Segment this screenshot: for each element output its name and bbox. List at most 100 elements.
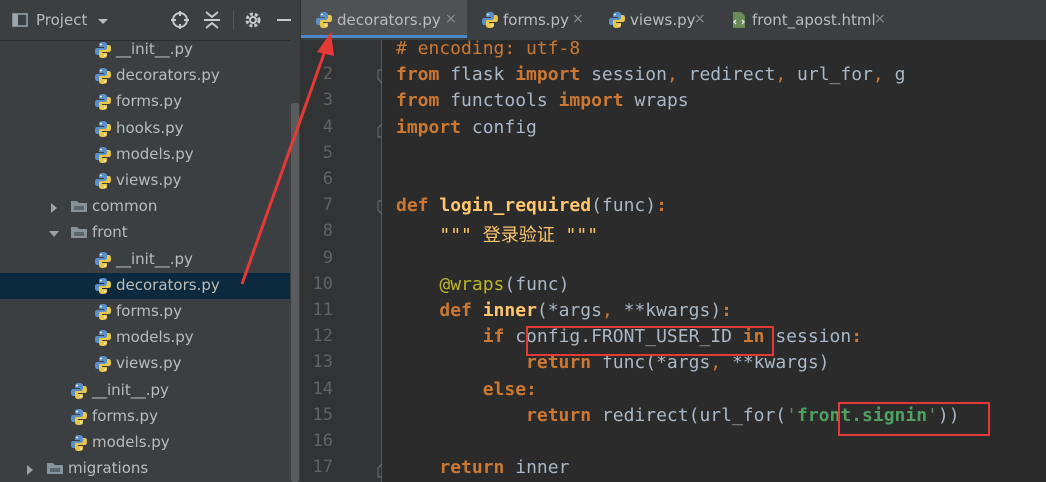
close-icon[interactable]: × — [874, 11, 886, 27]
python-file-icon — [94, 303, 112, 325]
folder-icon — [46, 460, 64, 480]
tree-item-label: models.py — [116, 328, 194, 347]
code-token: def — [396, 195, 440, 217]
code-line: return inner — [396, 457, 569, 482]
tree-item-label: common — [92, 197, 158, 216]
expand-right-icon[interactable] — [48, 200, 60, 218]
line-number: 11 — [312, 300, 333, 320]
header-divider — [233, 10, 234, 30]
code-token: flask — [439, 64, 516, 86]
code-token: from — [396, 90, 440, 112]
code-line: from functools import wraps — [396, 90, 689, 116]
tab-front_apost-html[interactable]: front_apost.html × — [716, 0, 896, 38]
tree-item-label: models.py — [116, 144, 194, 163]
code-line: # encoding: utf-8 — [396, 40, 580, 64]
close-icon[interactable]: × — [572, 11, 584, 27]
tree-file-models-py[interactable]: models.py — [0, 325, 290, 351]
chevron-down-icon[interactable] — [97, 12, 109, 31]
python-file-icon — [94, 355, 112, 377]
line-number: 1 — [322, 38, 333, 58]
python-file-icon — [94, 146, 112, 168]
line-number: 4 — [322, 116, 333, 137]
close-icon[interactable]: × — [445, 11, 457, 27]
project-panel-title[interactable]: Project — [36, 11, 87, 29]
crosshair-icon[interactable] — [170, 10, 190, 34]
tree-file-__init__-py[interactable]: __init__.py — [0, 378, 290, 404]
tree-item-label: __init__.py — [92, 380, 169, 399]
code-token: # encoding: utf-8 — [396, 40, 581, 59]
tab-forms-py[interactable]: forms.py × — [467, 0, 594, 38]
code-token: wraps — [623, 90, 689, 112]
code-token: return — [439, 457, 505, 479]
line-number: 3 — [322, 90, 333, 111]
python-file-icon — [481, 11, 499, 33]
tree-folder-front[interactable]: front — [0, 220, 290, 246]
collapse-all-icon[interactable] — [203, 10, 221, 34]
expand-right-icon[interactable] — [24, 462, 36, 480]
highlight-box-front-user-id — [526, 326, 774, 356]
tree-item-label: decorators.py — [116, 275, 220, 294]
python-file-icon — [94, 120, 112, 142]
line-number: 9 — [322, 247, 333, 268]
line-number: 15 — [312, 404, 333, 425]
tree-file-forms-py[interactable]: forms.py — [0, 299, 290, 325]
code-token: (*args — [536, 300, 602, 321]
line-number: 8 — [322, 221, 333, 242]
line-number: 7 — [322, 195, 333, 216]
code-token: ' — [786, 404, 797, 426]
code-token: g — [883, 64, 906, 86]
tree-file-decorators-py[interactable]: decorators.py — [0, 272, 290, 299]
tree-folder-migrations[interactable]: migrations — [0, 456, 290, 482]
python-file-icon — [315, 11, 333, 33]
tree-item-label: models.py — [92, 433, 170, 451]
tab-decorators-py[interactable]: decorators.py × — [301, 0, 467, 38]
python-file-icon — [70, 408, 88, 430]
line-number: 2 — [322, 64, 333, 85]
tree-file-views-py[interactable]: views.py — [0, 168, 290, 194]
tree-file-__init__-py[interactable]: __init__.py — [0, 247, 290, 273]
tab-label: views.py — [630, 11, 696, 29]
expand-down-icon[interactable] — [48, 226, 60, 244]
python-file-icon — [70, 434, 88, 456]
python-file-icon — [94, 93, 112, 115]
code-token: inner — [504, 457, 570, 479]
tree-file-views-py[interactable]: views.py — [0, 351, 290, 377]
code-token: url_for — [786, 64, 873, 86]
python-file-icon — [94, 172, 112, 194]
tree-file-decorators-py[interactable]: decorators.py — [0, 63, 290, 89]
tab-label: decorators.py — [337, 11, 441, 29]
code-token: def — [439, 300, 483, 321]
line-number: 10 — [312, 273, 333, 294]
close-icon[interactable]: × — [694, 11, 706, 27]
code-token: , — [666, 64, 678, 86]
project-view-icon — [12, 12, 28, 32]
code-token: import — [515, 64, 581, 86]
code-token: (func) — [504, 273, 570, 295]
tree-item-label: views.py — [116, 171, 182, 189]
tree-file-forms-py[interactable]: forms.py — [0, 404, 290, 430]
tree-item-label: forms.py — [116, 92, 182, 111]
gear-icon[interactable] — [243, 10, 263, 34]
code-line: """ 登录验证 """ — [396, 221, 598, 247]
code-token: session — [764, 326, 852, 348]
code-editor[interactable]: # encoding: utf-8 from flask import sessi… — [382, 40, 1046, 482]
code-line: @wraps(func) — [396, 274, 569, 300]
tree-item-label: __init__.py — [116, 249, 193, 268]
tree-file-models-py[interactable]: models.py — [0, 430, 290, 456]
minimize-icon[interactable] — [276, 10, 292, 34]
tree-item-label: __init__.py — [116, 40, 193, 58]
tree-folder-common[interactable]: common — [0, 194, 290, 220]
tree-file-__init__-py[interactable]: __init__.py — [0, 37, 290, 63]
python-file-icon — [94, 329, 112, 351]
python-file-icon — [608, 11, 626, 33]
tree-file-models-py[interactable]: models.py — [0, 142, 290, 168]
code-token: : — [721, 300, 732, 321]
line-number: 12 — [312, 326, 333, 347]
tree-file-forms-py[interactable]: forms.py — [0, 89, 290, 115]
code-token: import — [558, 90, 624, 112]
project-scrollbar[interactable] — [291, 103, 299, 482]
tab-views-py[interactable]: views.py × — [594, 0, 716, 38]
code-token: , — [775, 64, 787, 86]
line-number: 14 — [312, 378, 333, 399]
tree-file-hooks-py[interactable]: hooks.py — [0, 116, 290, 142]
